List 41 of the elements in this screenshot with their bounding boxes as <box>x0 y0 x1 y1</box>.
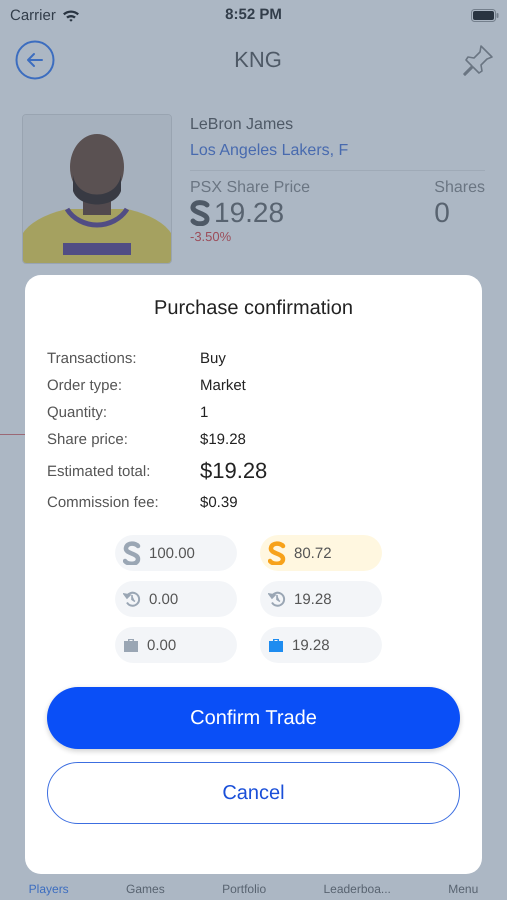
carrier-name: Carrier <box>10 6 56 24</box>
detail-value: $0.39 <box>200 494 239 511</box>
detail-label: Estimated total: <box>47 462 152 480</box>
detail-label: Share price: <box>47 431 129 448</box>
pin-icon[interactable] <box>461 43 495 77</box>
balance-value: 80.72 <box>294 544 332 562</box>
status-time: 8:52 PM <box>225 6 282 23</box>
shares-count: 0 <box>434 197 451 229</box>
detail-label: Quantity: <box>47 404 108 421</box>
team-link[interactable]: Los Angeles Lakers, F <box>190 142 485 160</box>
battery-icon <box>471 8 499 22</box>
shares-label: Shares <box>434 179 485 197</box>
detail-label: Order type: <box>47 377 124 394</box>
detail-value: $19.28 <box>200 431 247 448</box>
price-label: PSX Share Price <box>190 179 310 197</box>
detail-label: Commission fee: <box>47 494 160 511</box>
coin-icon <box>190 200 210 226</box>
wifi-icon <box>62 8 80 22</box>
dialog-title: Purchase confirmation <box>153 297 354 320</box>
tab-item[interactable]: Players <box>28 882 69 896</box>
detail-value: Buy <box>200 350 227 367</box>
screen-title: KNG <box>234 47 282 73</box>
price-change: -3.50% <box>190 229 232 244</box>
tab-item[interactable]: Games <box>126 882 165 896</box>
detail-value: 1 <box>200 404 210 421</box>
balance-value: 100.00 <box>149 544 195 562</box>
balance-value: 19.28 <box>292 636 330 654</box>
share-price: 19.28 <box>214 197 284 229</box>
tab-item[interactable]: Menu <box>448 882 478 896</box>
balance-value: 19.28 <box>294 590 332 608</box>
tab-item[interactable]: Portfolio <box>222 882 266 896</box>
detail-label: Transactions: <box>47 350 138 367</box>
tab-item[interactable]: Leaderboa... <box>323 882 391 896</box>
balance-value: 0.00 <box>149 590 178 608</box>
cancel-button[interactable]: Cancel <box>47 762 460 824</box>
back-button[interactable] <box>15 40 55 80</box>
balance-value: 0.00 <box>147 636 176 654</box>
detail-value: $19.28 <box>200 458 268 484</box>
player-name: LeBron James <box>190 116 294 134</box>
detail-value: Market <box>200 377 247 394</box>
confirm-button[interactable]: Confirm Trade <box>47 687 460 749</box>
